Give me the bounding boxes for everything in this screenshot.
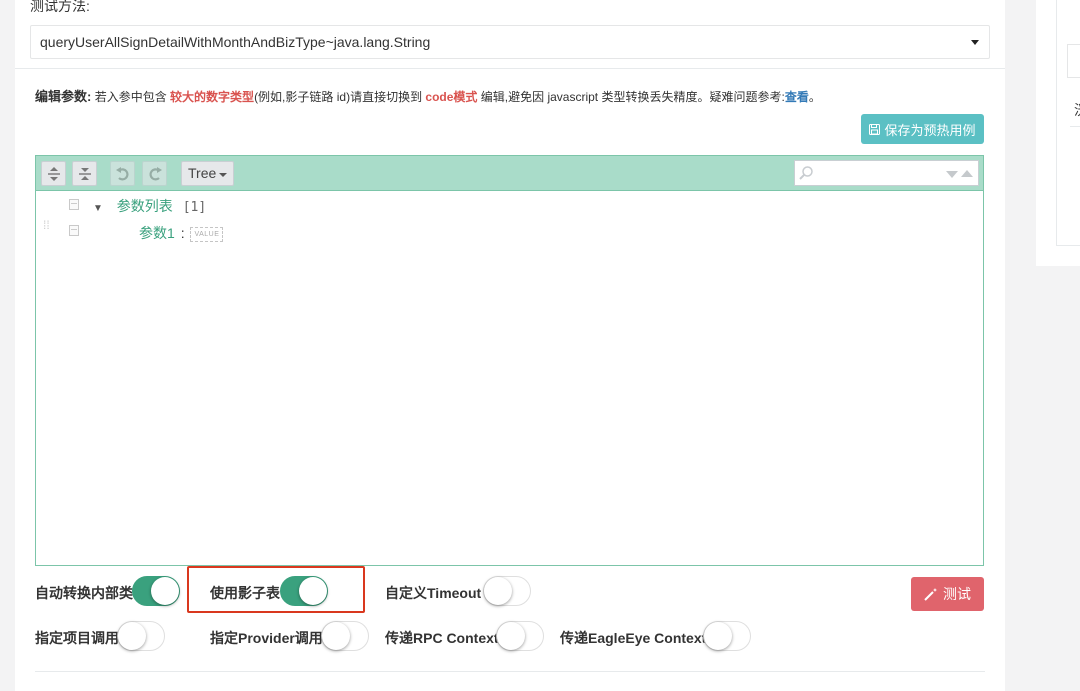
expand-all-button[interactable] [41, 161, 66, 186]
save-preheat-case-button[interactable]: 保存为预热用例 [861, 114, 984, 144]
undo-icon [115, 166, 128, 180]
edit-params-label: 编辑参数: [35, 89, 92, 104]
mode-dropdown[interactable]: Tree [181, 161, 234, 186]
divider [35, 671, 985, 672]
right-panel-box [1056, 0, 1080, 246]
node-value-input[interactable]: VALUE [190, 226, 224, 242]
drag-handle-icon[interactable]: ⁞⁞ [43, 219, 51, 236]
editor-search[interactable] [794, 160, 979, 186]
node-key[interactable]: 参数1 [139, 225, 175, 241]
rpc-context-toggle[interactable] [496, 621, 544, 651]
divider [1070, 126, 1080, 127]
hint-end: 。 [808, 90, 821, 104]
method-select-value: queryUserAllSignDetailWithMonthAndBizTyp… [40, 34, 431, 50]
caret-down-icon [971, 40, 979, 45]
magic-wand-icon [924, 588, 937, 601]
node-key[interactable]: 参数列表 [117, 198, 173, 214]
method-select[interactable]: queryUserAllSignDetailWithMonthAndBizTyp… [30, 25, 990, 59]
search-icon [799, 166, 813, 180]
mode-dropdown-value: Tree [188, 165, 217, 181]
test-button-label: 测试 [943, 586, 971, 602]
floppy-icon [869, 123, 881, 135]
hint-highlight-2: code模式 [425, 90, 478, 104]
method-label: 测试方法: [30, 0, 90, 14]
specify-project-toggle[interactable] [117, 621, 165, 651]
node-count: [1] [182, 200, 207, 215]
toggle-knob [484, 577, 512, 605]
option-label: 指定项目调用 [35, 630, 119, 646]
hint-text-3: 编辑,避免因 javascript 类型转换丢失精度。疑难问题参考: [480, 90, 785, 104]
right-panel-text: 洸 [1074, 100, 1080, 120]
option-label: 传递EagleEye Context [560, 630, 707, 646]
redo-icon [149, 166, 162, 180]
toggle-knob [322, 622, 350, 650]
specify-provider-toggle[interactable] [321, 621, 369, 651]
undo-button[interactable] [110, 161, 135, 186]
toggle-knob [704, 622, 732, 650]
hint-highlight-1: 较大的数字类型 [170, 90, 255, 104]
help-link[interactable]: 查看 [785, 90, 809, 104]
toggle-knob [497, 622, 525, 650]
hint-text-2: (例如,影子链路 id)请直接切换到 [254, 90, 423, 104]
divider [15, 68, 1005, 69]
save-button-label: 保存为预热用例 [884, 122, 976, 138]
json-editor[interactable]: Tree ▼ 参数列表 [1] ⁞⁞ 参数1 : VALUE [35, 155, 984, 566]
toggle-knob [151, 577, 179, 605]
caret-down-icon [219, 173, 227, 177]
auto-convert-toggle[interactable] [132, 576, 180, 606]
redo-button[interactable] [142, 161, 167, 186]
option-label: 自动转换内部类 [35, 585, 133, 601]
collapse-all-icon [78, 167, 91, 180]
tree-node-child: 参数1 : VALUE [139, 223, 224, 243]
expand-all-icon [47, 166, 60, 181]
context-menu-icon[interactable] [69, 225, 79, 236]
context-menu-icon[interactable] [69, 199, 79, 210]
node-colon: : [180, 225, 185, 241]
collapse-all-button[interactable] [72, 161, 97, 186]
edit-hint: 编辑参数: 若入参中包含 较大的数字类型(例如,影子链路 id)请直接切换到 c… [35, 86, 821, 105]
eagleeye-context-toggle[interactable] [703, 621, 751, 651]
search-previous-icon[interactable] [961, 170, 973, 177]
option-label: 传递RPC Context [385, 630, 499, 646]
collapse-triangle-icon[interactable]: ▼ [93, 203, 103, 214]
right-panel-input[interactable] [1067, 44, 1080, 78]
option-label: 自定义Timeout [385, 585, 482, 601]
search-next-icon[interactable] [946, 171, 958, 178]
test-button[interactable]: 测试 [911, 577, 984, 611]
hint-text-1: 若入参中包含 [94, 90, 167, 104]
option-label: 指定Provider调用 [210, 630, 323, 646]
tree-node-root: ▼ 参数列表 [1] [93, 196, 206, 216]
editor-toolbar: Tree [36, 156, 983, 191]
highlight-box [187, 566, 365, 613]
toggle-knob [118, 622, 146, 650]
custom-timeout-toggle[interactable] [483, 576, 531, 606]
